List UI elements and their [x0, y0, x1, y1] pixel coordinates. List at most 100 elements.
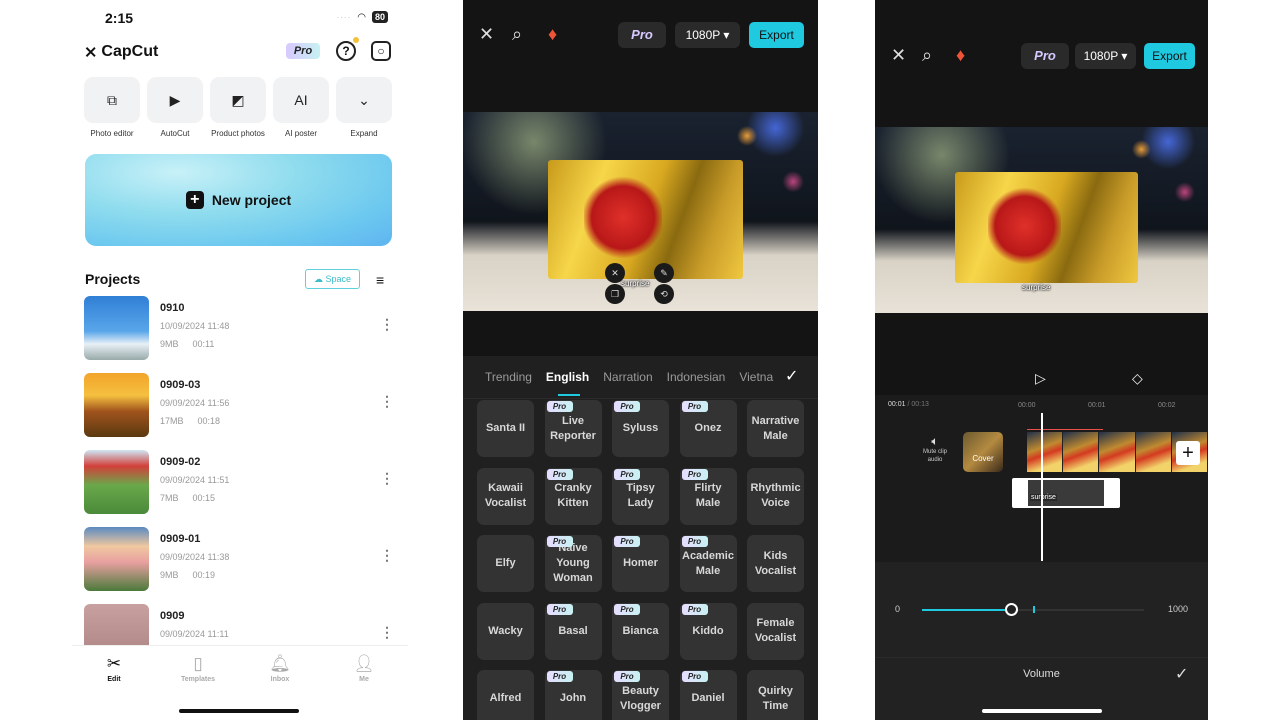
- resize-text-icon[interactable]: ⟲: [654, 284, 674, 304]
- templates-icon: ▯: [193, 654, 203, 673]
- pro-button[interactable]: Pro: [618, 22, 666, 48]
- confirm-check-icon[interactable]: ✓: [1175, 664, 1188, 684]
- tab-english[interactable]: English: [546, 370, 589, 384]
- project-item[interactable]: 0910 10/09/2024 11:48 9MB 00:11 ⋮: [84, 296, 404, 373]
- more-options-icon[interactable]: ⋮: [380, 547, 394, 564]
- voice-tile[interactable]: Pro Naive Young Woman: [544, 535, 602, 592]
- voice-tile[interactable]: Santa II: [477, 400, 534, 457]
- voice-tile[interactable]: Female Vocalist: [747, 602, 804, 660]
- tab-indonesian[interactable]: Indonesian: [667, 370, 726, 384]
- voice-tile[interactable]: Kawaii Vocalist: [477, 467, 534, 525]
- voice-sheet: Trending English Narration Indonesian Vietna…: [463, 356, 818, 720]
- keyframe-icon[interactable]: ◇: [1132, 370, 1143, 387]
- project-meta: 9MB 00:11: [160, 339, 214, 349]
- project-thumbnail[interactable]: [84, 450, 149, 514]
- voice-tile[interactable]: Pro Syluss: [612, 400, 669, 457]
- nav-label: Edit: [107, 676, 121, 683]
- voice-tile[interactable]: Pro Onez: [679, 400, 737, 457]
- cover-button[interactable]: Cover: [963, 432, 1003, 472]
- voice-tile[interactable]: Pro Beauty Vlogger: [612, 670, 669, 720]
- help-icon[interactable]: ?: [336, 41, 356, 61]
- more-options-icon[interactable]: ⋮: [380, 316, 394, 333]
- voice-tile[interactable]: Wacky: [477, 602, 534, 660]
- nav-me[interactable]: 👤︎ Me: [334, 654, 394, 683]
- tool-autocut[interactable]: ▶ AutoCut: [147, 77, 203, 138]
- add-clip-button[interactable]: +: [1176, 441, 1200, 465]
- flame-icon[interactable]: ♦: [956, 45, 965, 66]
- voice-tile[interactable]: Pro Cranky Kitten: [544, 467, 602, 525]
- tool-label: Photo editor: [90, 129, 134, 138]
- text-clip[interactable]: surprise: [1012, 478, 1120, 508]
- voice-tile[interactable]: Pro Flirty Male: [679, 467, 737, 525]
- caption-text[interactable]: surprise: [621, 279, 649, 288]
- search-icon[interactable]: ⌕: [512, 24, 522, 45]
- voice-tile[interactable]: Alfred: [477, 670, 534, 720]
- voice-tile[interactable]: Rhythmic Voice: [747, 467, 804, 525]
- search-icon[interactable]: ⌕: [922, 45, 932, 66]
- voice-tile[interactable]: Pro Bianca: [612, 602, 669, 660]
- voice-tile[interactable]: Kids Vocalist: [747, 535, 804, 592]
- caption-text[interactable]: surprise: [1022, 283, 1050, 292]
- tab-trending[interactable]: Trending: [485, 370, 532, 384]
- resolution-dropdown[interactable]: 1080P ▾: [675, 22, 740, 48]
- close-icon[interactable]: ✕: [891, 45, 906, 66]
- red-bow: [988, 186, 1062, 265]
- pro-button[interactable]: Pro: [286, 43, 320, 59]
- project-thumbnail[interactable]: [84, 296, 149, 360]
- voice-tile[interactable]: Pro Tipsy Lady: [612, 467, 669, 525]
- tool-product-photos[interactable]: ◩ Product photos: [210, 77, 266, 138]
- voice-name: Onez: [694, 422, 722, 434]
- nav-templates[interactable]: ▯ Templates: [168, 654, 228, 683]
- tab-vietna[interactable]: Vietna: [739, 370, 773, 384]
- voice-tile[interactable]: Elfy: [477, 535, 534, 592]
- nav-inbox[interactable]: 🔔︎ Inbox: [250, 654, 310, 683]
- volume-slider-thumb[interactable]: [1004, 603, 1018, 616]
- tab-narration[interactable]: Narration: [603, 370, 652, 384]
- project-item[interactable]: 0909-03 09/09/2024 11:56 17MB 00:18 ⋮: [84, 373, 404, 450]
- resolution-dropdown[interactable]: 1080P ▾: [1075, 43, 1136, 69]
- tool-expand[interactable]: ⌄ Expand: [336, 77, 392, 138]
- play-icon[interactable]: ▷: [1035, 370, 1046, 387]
- export-button[interactable]: Export: [749, 22, 804, 48]
- playhead[interactable]: [1041, 413, 1043, 561]
- voice-tile[interactable]: Pro Kiddo: [679, 602, 737, 660]
- more-options-icon[interactable]: ⋮: [380, 624, 394, 641]
- project-name: 0909-03: [160, 379, 201, 391]
- volume-slider[interactable]: [922, 603, 1144, 616]
- project-thumbnail[interactable]: [84, 373, 149, 437]
- nav-edit[interactable]: ✂ Edit: [84, 654, 144, 683]
- voice-name: Syluss: [622, 422, 659, 434]
- voice-tile[interactable]: Pro Live Reporter: [544, 400, 602, 457]
- voice-name: Tipsy Lady: [626, 482, 655, 509]
- export-button[interactable]: Export: [1144, 43, 1195, 69]
- voice-tile[interactable]: Quirky Time: [747, 670, 804, 720]
- pro-badge: Pro: [614, 401, 640, 412]
- tool-photo-editor[interactable]: ⧉ Photo editor: [84, 77, 140, 138]
- project-thumbnail[interactable]: [84, 527, 149, 591]
- edit-text-icon[interactable]: ✎: [654, 263, 674, 283]
- confirm-check-icon[interactable]: ✓: [785, 366, 798, 386]
- project-item[interactable]: 0909-02 09/09/2024 11:51 7MB 00:15 ⋮: [84, 450, 404, 527]
- voice-tile[interactable]: Pro Homer: [612, 535, 669, 592]
- more-options-icon[interactable]: ⋮: [380, 393, 394, 410]
- tool-ai-poster[interactable]: AI AI poster: [273, 77, 329, 138]
- close-icon[interactable]: ✕: [479, 24, 494, 45]
- settings-icon[interactable]: ○: [371, 41, 391, 61]
- pro-button[interactable]: Pro: [1021, 43, 1069, 69]
- project-item[interactable]: 0909-01 09/09/2024 11:38 9MB 00:19 ⋮: [84, 527, 404, 604]
- default-volume-marker: [1033, 606, 1035, 613]
- new-project-button[interactable]: + New project: [85, 154, 392, 246]
- pro-badge: Pro: [614, 671, 640, 682]
- signal-icon: ····: [336, 12, 352, 22]
- voice-tile[interactable]: Pro Academic Male: [679, 535, 737, 592]
- space-button[interactable]: ☁ Space: [305, 269, 360, 289]
- voice-tile[interactable]: Pro John: [544, 670, 602, 720]
- flame-icon[interactable]: ♦: [548, 24, 557, 45]
- voice-tile[interactable]: Pro Basal: [544, 602, 602, 660]
- pro-badge: Pro: [546, 401, 573, 412]
- mute-clip-audio-button[interactable]: 🔈︎ Mute clip audio: [917, 435, 953, 464]
- voice-tile[interactable]: Narrative Male: [747, 400, 804, 457]
- sort-icon[interactable]: ≡: [376, 272, 384, 288]
- more-options-icon[interactable]: ⋮: [380, 470, 394, 487]
- voice-tile[interactable]: Pro Daniel: [679, 670, 737, 720]
